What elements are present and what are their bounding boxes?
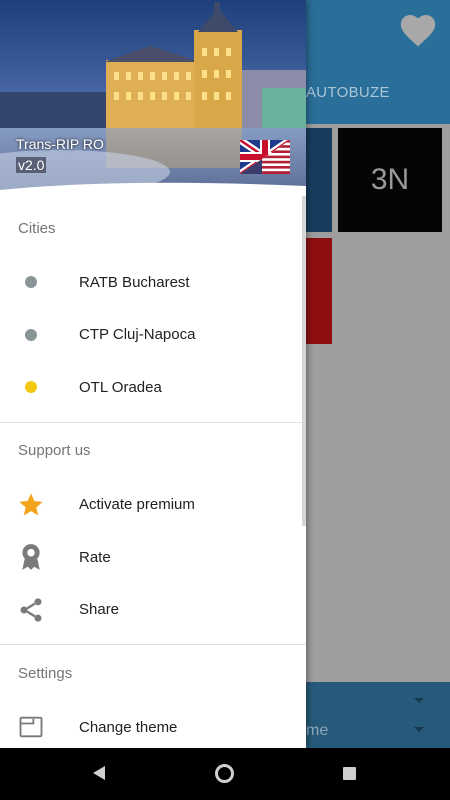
language-flag-icon[interactable] <box>240 140 290 174</box>
back-icon[interactable] <box>93 766 105 780</box>
city-label: CTP Cluj-Napoca <box>79 326 196 344</box>
city-item-ctp-cluj-napoca[interactable]: CTP Cluj-Napoca <box>0 309 306 362</box>
selected-city-dot-icon <box>16 372 46 402</box>
city-item-otl-oradea[interactable]: OTL Oradea <box>0 361 306 414</box>
change-theme-label: Change theme <box>79 718 178 736</box>
star-icon <box>16 490 46 520</box>
theme-icon <box>16 712 46 742</box>
city-item-ratb-bucharest[interactable]: RATB Bucharest <box>0 256 306 309</box>
city-label: RATB Bucharest <box>79 273 190 291</box>
navigation-drawer: Trans-RIP RO v2.0 Cities RATB Bucharest … <box>0 0 306 748</box>
rate-item[interactable]: Rate <box>0 531 306 584</box>
city-dot-icon <box>16 267 46 297</box>
section-title-cities: Cities <box>18 219 56 237</box>
section-title-settings: Settings <box>18 664 73 682</box>
recent-apps-icon[interactable] <box>343 767 356 780</box>
route-tile-3n[interactable]: 3N <box>338 128 442 232</box>
dropdown-arrow-icon[interactable] <box>414 698 424 703</box>
activate-premium-label: Activate premium <box>79 496 195 514</box>
app-name: Trans-RIP RO <box>16 136 104 152</box>
app-version: v2.0 <box>16 157 47 173</box>
drawer-header: Trans-RIP RO v2.0 <box>0 0 306 192</box>
city-label: OTL Oradea <box>79 378 162 396</box>
share-item[interactable]: Share <box>0 584 306 637</box>
rate-label: Rate <box>79 548 111 566</box>
award-icon <box>16 542 46 572</box>
share-label: Share <box>79 601 120 619</box>
share-icon <box>16 595 46 625</box>
city-dot-icon <box>16 320 46 350</box>
tab-autobuze[interactable]: AUTOBUZE <box>306 84 390 101</box>
dropdown-arrow-icon[interactable] <box>414 727 424 732</box>
change-theme-item[interactable]: Change theme <box>0 701 306 748</box>
activate-premium-item[interactable]: Activate premium <box>0 479 306 532</box>
section-title-support: Support us <box>18 442 91 459</box>
footer-partial-text: me <box>306 722 329 739</box>
favorite-heart-icon[interactable] <box>398 12 438 48</box>
home-icon[interactable] <box>215 764 234 783</box>
